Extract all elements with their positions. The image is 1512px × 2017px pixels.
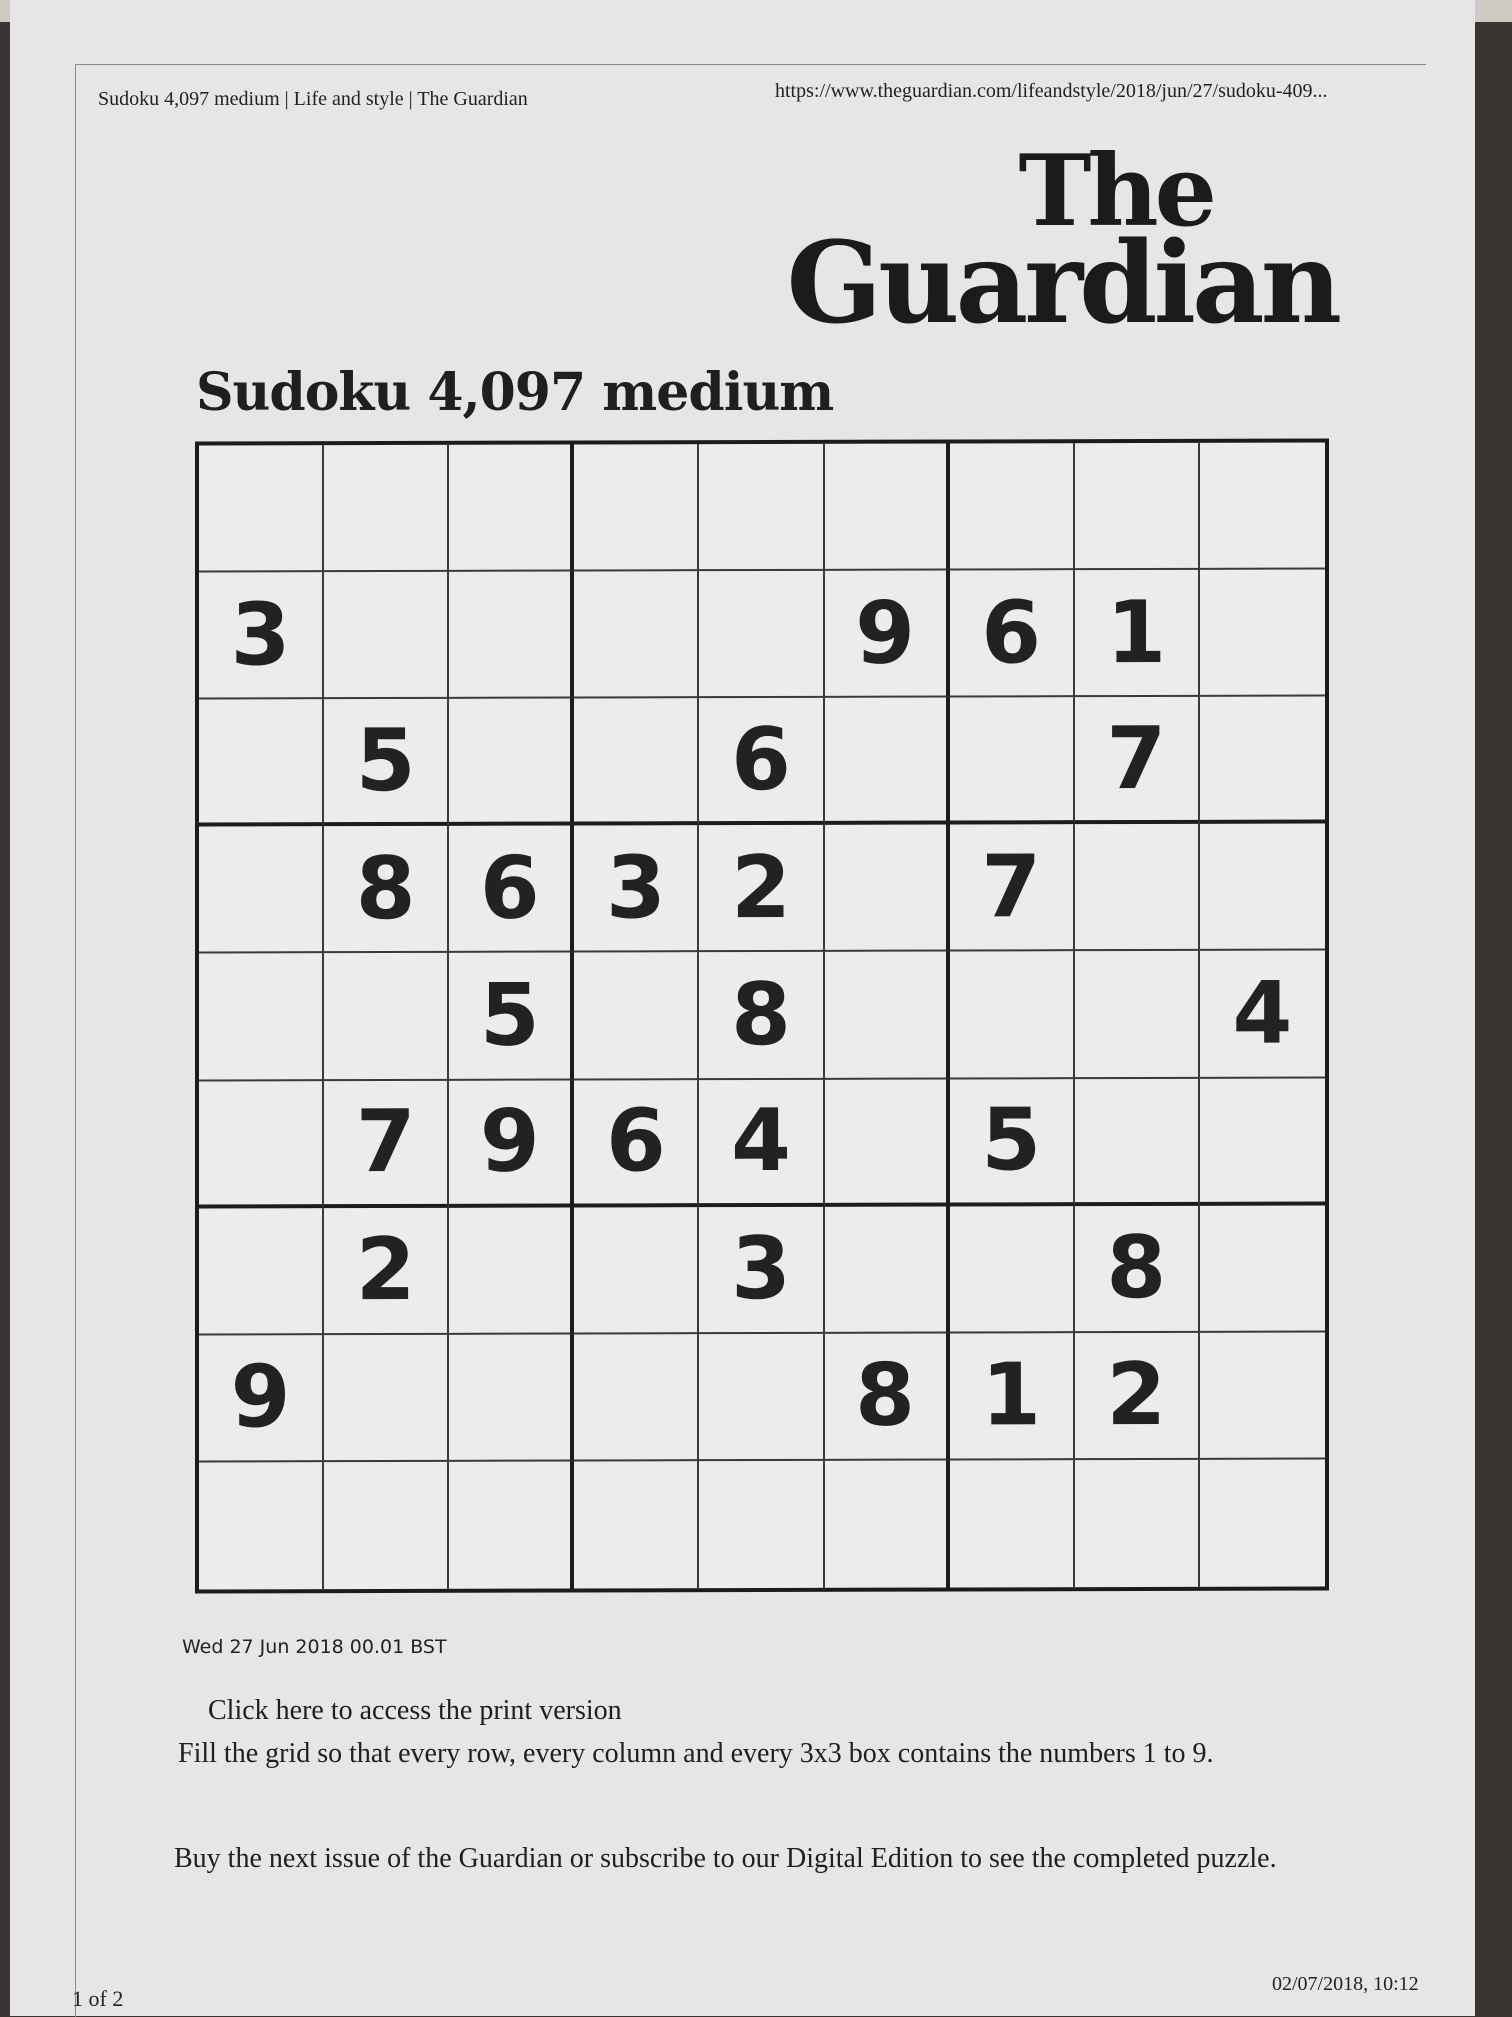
sudoku-cell: 2 — [1074, 1332, 1200, 1461]
sudoku-cell: 7 — [1074, 697, 1200, 825]
sudoku-cell — [574, 571, 700, 699]
sudoku-cell — [449, 444, 575, 572]
sudoku-cell — [1199, 1332, 1325, 1460]
sudoku-cell — [574, 1333, 700, 1462]
sudoku-cell — [1199, 569, 1325, 698]
page-number: 1 of 2 — [72, 1986, 124, 2011]
logo-line-2: Guardian — [786, 218, 1342, 349]
sudoku-cell — [324, 953, 450, 1081]
sudoku-cell — [199, 1080, 325, 1209]
sudoku-cell — [699, 443, 825, 572]
sudoku-cell: 5 — [324, 699, 450, 827]
sudoku-cell — [324, 571, 450, 700]
instructions: Fill the grid so that every row, every c… — [178, 1738, 1214, 1769]
sudoku-cell: 9 — [824, 570, 950, 699]
sudoku-cell — [1199, 823, 1325, 952]
sudoku-cell — [699, 1460, 825, 1589]
sudoku-cell: 7 — [324, 1080, 450, 1208]
sudoku-cell — [574, 444, 700, 572]
sudoku-cell — [949, 443, 1075, 571]
sudoku-cell — [824, 1206, 950, 1334]
sudoku-cell — [949, 1205, 1075, 1334]
buy-notice: Buy the next issue of the Guardian or su… — [174, 1843, 1277, 1874]
sudoku-cell — [449, 698, 575, 827]
sudoku-cell — [1199, 1078, 1325, 1206]
sudoku-cell — [199, 1462, 325, 1590]
sudoku-cell: 6 — [574, 1079, 700, 1208]
sudoku-cell: 4 — [1199, 950, 1325, 1079]
sudoku-cell — [324, 1461, 450, 1590]
sudoku-cell: 8 — [824, 1333, 950, 1461]
print-header-url: https://www.theguardian.com/lifeandstyle… — [775, 80, 1328, 102]
sudoku-cell — [199, 445, 325, 573]
sudoku-cell — [1200, 1459, 1325, 1586]
sudoku-cell: 3 — [574, 825, 700, 953]
sudoku-cell — [824, 697, 950, 826]
sudoku-cell: 2 — [699, 825, 825, 953]
sudoku-cell — [1199, 442, 1325, 570]
sudoku-cell — [949, 1460, 1075, 1588]
guardian-logo: The Guardian — [778, 143, 1342, 349]
sudoku-cell: 8 — [699, 952, 825, 1080]
sudoku-cell: 8 — [324, 826, 450, 954]
sudoku-cell: 1 — [949, 1332, 1075, 1461]
sudoku-cell: 1 — [1074, 569, 1200, 698]
sudoku-cell: 8 — [1074, 1205, 1200, 1333]
print-header-title: Sudoku 4,097 medium | Life and style | T… — [98, 88, 528, 110]
sudoku-cell: 9 — [449, 1080, 575, 1208]
sudoku-cell — [324, 1334, 450, 1463]
sudoku-cell — [199, 699, 325, 827]
sudoku-cell — [324, 444, 450, 573]
sudoku-cell — [574, 698, 700, 826]
sudoku-cell — [1199, 696, 1325, 825]
sudoku-cell — [949, 951, 1075, 1080]
puzzle-title: Sudoku 4,097 medium — [196, 362, 834, 423]
sudoku-cell — [199, 826, 325, 954]
print-version-link[interactable]: Click here to access the print version — [208, 1695, 622, 1727]
sudoku-cell: 5 — [449, 952, 575, 1081]
sudoku-cell — [824, 1460, 950, 1588]
sudoku-cell: 3 — [699, 1206, 825, 1334]
sudoku-cell: 6 — [949, 570, 1075, 698]
sudoku-cell — [449, 1334, 575, 1462]
print-timestamp: 02/07/2018, 10:12 — [1272, 1973, 1419, 1995]
sudoku-cell: 4 — [699, 1079, 825, 1207]
sudoku-cell — [699, 570, 825, 699]
sudoku-cell: 2 — [324, 1207, 450, 1335]
sudoku-cell — [574, 1206, 700, 1335]
sudoku-cell — [449, 1461, 575, 1589]
sudoku-cell: 5 — [949, 1078, 1075, 1207]
sudoku-cell — [824, 443, 950, 571]
sudoku-cell — [1199, 1205, 1325, 1333]
sudoku-cell — [824, 824, 950, 953]
sudoku-cell: 6 — [699, 698, 825, 826]
sudoku-grid: 396156786327584796452389812 — [195, 438, 1329, 1594]
sudoku-cell — [824, 1079, 950, 1207]
sudoku-cell — [199, 1207, 325, 1336]
sudoku-cell — [1074, 951, 1200, 1079]
sudoku-cell: 7 — [949, 824, 1075, 952]
sudoku-cell — [1074, 1459, 1200, 1588]
sudoku-cell — [949, 697, 1075, 825]
sudoku-cell — [449, 571, 575, 700]
publish-date: Wed 27 Jun 2018 00.01 BST — [182, 1636, 447, 1658]
sudoku-cell — [574, 1461, 700, 1589]
sudoku-cell: 3 — [199, 572, 325, 700]
sudoku-cell — [574, 952, 700, 1081]
sudoku-cell — [699, 1333, 825, 1462]
sudoku-cell — [199, 953, 325, 1082]
sudoku-cell — [1074, 1078, 1200, 1206]
sudoku-cell — [824, 951, 950, 1080]
sudoku-cell — [449, 1207, 575, 1335]
sudoku-cell: 6 — [449, 825, 575, 954]
sudoku-cell — [1074, 442, 1200, 571]
sudoku-cell — [1074, 824, 1200, 952]
sudoku-cell: 9 — [199, 1334, 325, 1463]
